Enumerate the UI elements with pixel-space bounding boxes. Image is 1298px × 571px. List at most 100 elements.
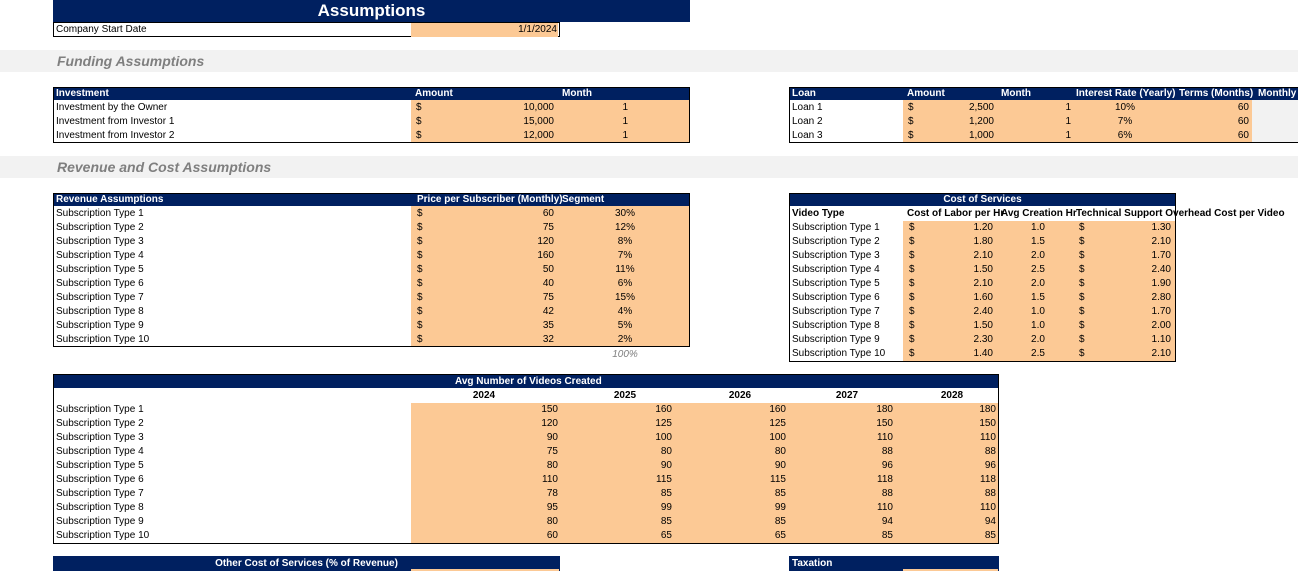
investment-amount-input[interactable]: 10,000: [470, 101, 554, 115]
videos-value-input[interactable]: 94: [853, 515, 893, 529]
cost-labor-input[interactable]: 1.50: [950, 263, 993, 277]
videos-value-input[interactable]: 65: [632, 529, 672, 543]
cost-hours-input[interactable]: 1.0: [1024, 221, 1052, 235]
videos-value-input[interactable]: 90: [746, 459, 786, 473]
loan-rate-input[interactable]: 6%: [1105, 129, 1145, 143]
videos-value-input[interactable]: 80: [632, 445, 672, 459]
start-date-input[interactable]: 1/1/2024: [411, 23, 558, 37]
revenue-segment-input[interactable]: 30%: [600, 207, 650, 221]
revenue-price-input[interactable]: 75: [500, 291, 554, 305]
loan-terms-input[interactable]: 60: [1200, 115, 1249, 129]
videos-value-input[interactable]: 88: [853, 445, 893, 459]
loan-rate-input[interactable]: 7%: [1105, 115, 1145, 129]
loan-month-input[interactable]: 1: [1040, 101, 1071, 115]
cost-overhead-input[interactable]: 2.80: [1120, 291, 1171, 305]
loan-amount-input[interactable]: 2,500: [940, 101, 994, 115]
videos-value-input[interactable]: 118: [956, 473, 996, 487]
videos-value-input[interactable]: 88: [956, 487, 996, 501]
videos-value-input[interactable]: 80: [518, 459, 558, 473]
cost-hours-input[interactable]: 2.5: [1024, 347, 1052, 361]
cost-overhead-input[interactable]: 1.10: [1120, 333, 1171, 347]
investment-month-input[interactable]: 1: [600, 101, 628, 115]
cost-overhead-input[interactable]: 1.90: [1120, 277, 1171, 291]
cost-hours-input[interactable]: 1.5: [1024, 291, 1052, 305]
videos-value-input[interactable]: 120: [518, 417, 558, 431]
videos-value-input[interactable]: 110: [956, 431, 996, 445]
videos-value-input[interactable]: 96: [956, 459, 996, 473]
videos-value-input[interactable]: 90: [632, 459, 672, 473]
revenue-segment-input[interactable]: 6%: [600, 277, 650, 291]
videos-value-input[interactable]: 150: [518, 403, 558, 417]
videos-value-input[interactable]: 85: [632, 487, 672, 501]
videos-value-input[interactable]: 85: [853, 529, 893, 543]
revenue-segment-input[interactable]: 11%: [600, 263, 650, 277]
cost-hours-input[interactable]: 2.0: [1024, 277, 1052, 291]
videos-value-input[interactable]: 95: [518, 501, 558, 515]
videos-value-input[interactable]: 85: [746, 487, 786, 501]
cost-overhead-input[interactable]: 2.10: [1120, 235, 1171, 249]
cost-overhead-input[interactable]: 2.40: [1120, 263, 1171, 277]
investment-month-input[interactable]: 1: [600, 129, 628, 143]
cost-hours-input[interactable]: 1.5: [1024, 235, 1052, 249]
loan-month-input[interactable]: 1: [1040, 115, 1071, 129]
revenue-segment-input[interactable]: 2%: [600, 333, 650, 347]
loan-terms-input[interactable]: 60: [1200, 101, 1249, 115]
videos-value-input[interactable]: 99: [746, 501, 786, 515]
videos-value-input[interactable]: 160: [632, 403, 672, 417]
videos-value-input[interactable]: 110: [853, 431, 893, 445]
videos-value-input[interactable]: 110: [956, 501, 996, 515]
cost-labor-input[interactable]: 2.40: [950, 305, 993, 319]
videos-value-input[interactable]: 150: [853, 417, 893, 431]
cost-labor-input[interactable]: 1.80: [950, 235, 993, 249]
revenue-price-input[interactable]: 50: [500, 263, 554, 277]
videos-value-input[interactable]: 85: [632, 515, 672, 529]
videos-value-input[interactable]: 88: [853, 487, 893, 501]
videos-value-input[interactable]: 94: [956, 515, 996, 529]
revenue-price-input[interactable]: 42: [500, 305, 554, 319]
revenue-segment-input[interactable]: 15%: [600, 291, 650, 305]
videos-value-input[interactable]: 180: [853, 403, 893, 417]
videos-value-input[interactable]: 90: [518, 431, 558, 445]
videos-value-input[interactable]: 110: [853, 501, 893, 515]
videos-value-input[interactable]: 80: [518, 515, 558, 529]
videos-value-input[interactable]: 125: [746, 417, 786, 431]
videos-value-input[interactable]: 85: [746, 515, 786, 529]
revenue-price-input[interactable]: 120: [500, 235, 554, 249]
cost-hours-input[interactable]: 2.5: [1024, 263, 1052, 277]
videos-value-input[interactable]: 85: [956, 529, 996, 543]
cost-labor-input[interactable]: 1.50: [950, 319, 993, 333]
investment-amount-input[interactable]: 15,000: [470, 115, 554, 129]
videos-value-input[interactable]: 88: [956, 445, 996, 459]
videos-value-input[interactable]: 125: [632, 417, 672, 431]
cost-hours-input[interactable]: 2.0: [1024, 249, 1052, 263]
cost-overhead-input[interactable]: 2.00: [1120, 319, 1171, 333]
videos-value-input[interactable]: 99: [632, 501, 672, 515]
videos-value-input[interactable]: 150: [956, 417, 996, 431]
cost-overhead-input[interactable]: 1.30: [1120, 221, 1171, 235]
videos-value-input[interactable]: 115: [632, 473, 672, 487]
revenue-price-input[interactable]: 40: [500, 277, 554, 291]
loan-amount-input[interactable]: 1,200: [940, 115, 994, 129]
revenue-segment-input[interactable]: 5%: [600, 319, 650, 333]
investment-amount-input[interactable]: 12,000: [470, 129, 554, 143]
videos-value-input[interactable]: 118: [853, 473, 893, 487]
videos-value-input[interactable]: 65: [746, 529, 786, 543]
revenue-price-input[interactable]: 160: [500, 249, 554, 263]
cost-labor-input[interactable]: 1.40: [950, 347, 993, 361]
cost-labor-input[interactable]: 2.10: [950, 277, 993, 291]
revenue-price-input[interactable]: 75: [500, 221, 554, 235]
videos-value-input[interactable]: 160: [746, 403, 786, 417]
videos-value-input[interactable]: 180: [956, 403, 996, 417]
revenue-price-input[interactable]: 35: [500, 319, 554, 333]
cost-hours-input[interactable]: 1.0: [1024, 319, 1052, 333]
videos-value-input[interactable]: 60: [518, 529, 558, 543]
videos-value-input[interactable]: 100: [746, 431, 786, 445]
cost-overhead-input[interactable]: 2.10: [1120, 347, 1171, 361]
revenue-segment-input[interactable]: 7%: [600, 249, 650, 263]
cost-hours-input[interactable]: 2.0: [1024, 333, 1052, 347]
videos-value-input[interactable]: 115: [746, 473, 786, 487]
cost-labor-input[interactable]: 1.20: [950, 221, 993, 235]
videos-value-input[interactable]: 100: [632, 431, 672, 445]
videos-value-input[interactable]: 78: [518, 487, 558, 501]
revenue-price-input[interactable]: 32: [500, 333, 554, 347]
